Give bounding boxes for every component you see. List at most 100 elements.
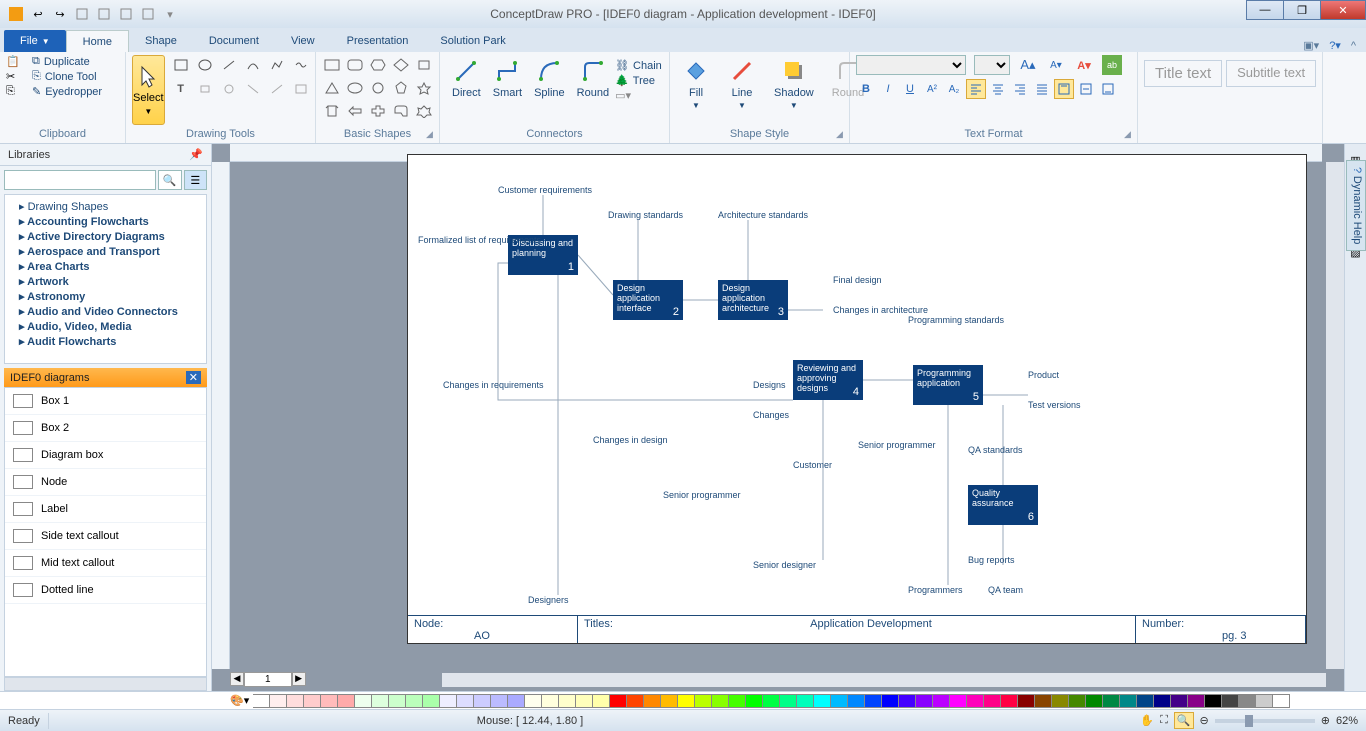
title-text-placeholder[interactable]: Title text: [1144, 60, 1222, 87]
color-swatch[interactable]: [746, 694, 763, 708]
align-justify-icon[interactable]: [1032, 79, 1052, 99]
color-swatch[interactable]: [474, 694, 491, 708]
color-swatch[interactable]: [338, 694, 355, 708]
duplicate-button[interactable]: ⧉Duplicate: [32, 55, 119, 68]
qat-icon[interactable]: ↪: [52, 6, 68, 22]
line-button[interactable]: Line▼: [722, 55, 762, 112]
qat-dropdown-icon[interactable]: ▾: [162, 6, 178, 22]
tool[interactable]: [291, 79, 311, 99]
color-swatch[interactable]: [627, 694, 644, 708]
spline-connector[interactable]: Spline: [528, 55, 571, 102]
shape[interactable]: [391, 101, 411, 121]
freehand-tool[interactable]: [291, 55, 311, 75]
color-swatch[interactable]: [1103, 694, 1120, 708]
color-swatch[interactable]: [950, 694, 967, 708]
round-connector[interactable]: Round: [571, 55, 615, 102]
dialog-launcher-icon[interactable]: ◢: [836, 129, 846, 139]
maximize-button[interactable]: ❐: [1283, 0, 1321, 20]
font-select[interactable]: [856, 55, 966, 75]
sidebar-scroll[interactable]: [4, 677, 207, 691]
copy-icon[interactable]: ⎘: [6, 85, 28, 98]
dynamic-help-tab[interactable]: ? Dynamic Help: [1346, 160, 1366, 251]
zoom-out-icon[interactable]: ⊖: [1200, 714, 1209, 727]
idef-box[interactable]: Programming application5: [913, 365, 983, 405]
collapse-ribbon-icon[interactable]: ^: [1351, 40, 1356, 52]
font-color-icon[interactable]: A▾: [1074, 55, 1094, 75]
text-tool[interactable]: T: [171, 79, 191, 99]
search-input[interactable]: [4, 170, 156, 190]
color-swatch[interactable]: [1120, 694, 1137, 708]
color-swatch[interactable]: [865, 694, 882, 708]
direct-connector[interactable]: Direct: [446, 55, 487, 102]
ellipse-tool[interactable]: [195, 55, 215, 75]
color-swatch[interactable]: [661, 694, 678, 708]
color-swatch[interactable]: [1052, 694, 1069, 708]
tab-shape[interactable]: Shape: [129, 30, 193, 52]
color-swatch[interactable]: [780, 694, 797, 708]
color-swatch[interactable]: [1222, 694, 1239, 708]
color-swatch[interactable]: [1069, 694, 1086, 708]
shape[interactable]: [414, 55, 434, 75]
size-select[interactable]: [974, 55, 1010, 75]
bold-icon[interactable]: B: [856, 79, 876, 99]
minimize-button[interactable]: —: [1246, 0, 1284, 20]
shape[interactable]: [322, 78, 342, 98]
color-swatch[interactable]: [644, 694, 661, 708]
color-swatch[interactable]: [1086, 694, 1103, 708]
color-swatch[interactable]: [576, 694, 593, 708]
shape[interactable]: [322, 55, 342, 75]
idef-box[interactable]: Design application interface2: [613, 280, 683, 320]
color-swatch[interactable]: [525, 694, 542, 708]
color-swatch[interactable]: [899, 694, 916, 708]
grow-font-icon[interactable]: A▴: [1018, 55, 1038, 75]
chain-button[interactable]: ⛓Chain: [615, 59, 662, 72]
color-swatch[interactable]: [355, 694, 372, 708]
color-swatch[interactable]: [814, 694, 831, 708]
color-swatch[interactable]: [270, 694, 287, 708]
tree-item[interactable]: ▸ Area Charts: [9, 259, 202, 274]
color-swatch[interactable]: [372, 694, 389, 708]
color-swatch[interactable]: [1035, 694, 1052, 708]
library-tree[interactable]: ▸ Drawing Shapes ▸ Accounting Flowcharts…: [4, 194, 207, 364]
tool[interactable]: [195, 79, 215, 99]
tree-item[interactable]: ▸ Accounting Flowcharts: [9, 214, 202, 229]
color-swatch[interactable]: [1171, 694, 1188, 708]
doc-tab[interactable]: 1: [244, 672, 292, 687]
zoom-value[interactable]: 62%: [1336, 715, 1358, 727]
tab-nav[interactable]: ▶: [292, 672, 306, 686]
color-swatch[interactable]: [1256, 694, 1273, 708]
zoom-slider[interactable]: [1215, 719, 1315, 723]
shape[interactable]: [345, 101, 365, 121]
shadow-button[interactable]: Shadow▼: [768, 55, 820, 112]
fill-button[interactable]: Fill▼: [676, 55, 716, 112]
dialog-launcher-icon[interactable]: ◢: [426, 129, 436, 139]
view-toggle[interactable]: ☰: [184, 170, 208, 190]
color-swatch[interactable]: [1205, 694, 1222, 708]
polyline-tool[interactable]: [267, 55, 287, 75]
help-icon[interactable]: ?▾: [1329, 39, 1341, 52]
palette-icon[interactable]: 🎨▾: [230, 694, 249, 707]
dialog-launcher-icon[interactable]: ◢: [1124, 129, 1134, 139]
file-tab[interactable]: File ▼: [4, 30, 66, 52]
shrink-font-icon[interactable]: A▾: [1046, 55, 1066, 75]
cut-icon[interactable]: ✂: [6, 70, 28, 83]
color-swatch[interactable]: [610, 694, 627, 708]
more-button[interactable]: ▭▾: [615, 89, 662, 102]
hscroll[interactable]: [442, 673, 1326, 687]
subtitle-text-placeholder[interactable]: Subtitle text: [1226, 60, 1316, 87]
highlight-icon[interactable]: ab: [1102, 55, 1122, 75]
tree-item[interactable]: ▸ Astronomy: [9, 289, 202, 304]
color-swatch[interactable]: [729, 694, 746, 708]
align-left-icon[interactable]: [966, 79, 986, 99]
color-swatch[interactable]: [542, 694, 559, 708]
tool[interactable]: [267, 79, 287, 99]
tab-nav[interactable]: ◀: [230, 672, 244, 686]
layout-icon[interactable]: ▣▾: [1303, 39, 1319, 52]
shape-item[interactable]: Box 1: [5, 388, 206, 415]
shape[interactable]: [368, 78, 388, 98]
tool[interactable]: [243, 79, 263, 99]
shape-item[interactable]: Node: [5, 469, 206, 496]
fit-icon[interactable]: ⛶: [1160, 714, 1168, 727]
qat-icon[interactable]: [96, 6, 112, 22]
shape[interactable]: [414, 101, 434, 121]
